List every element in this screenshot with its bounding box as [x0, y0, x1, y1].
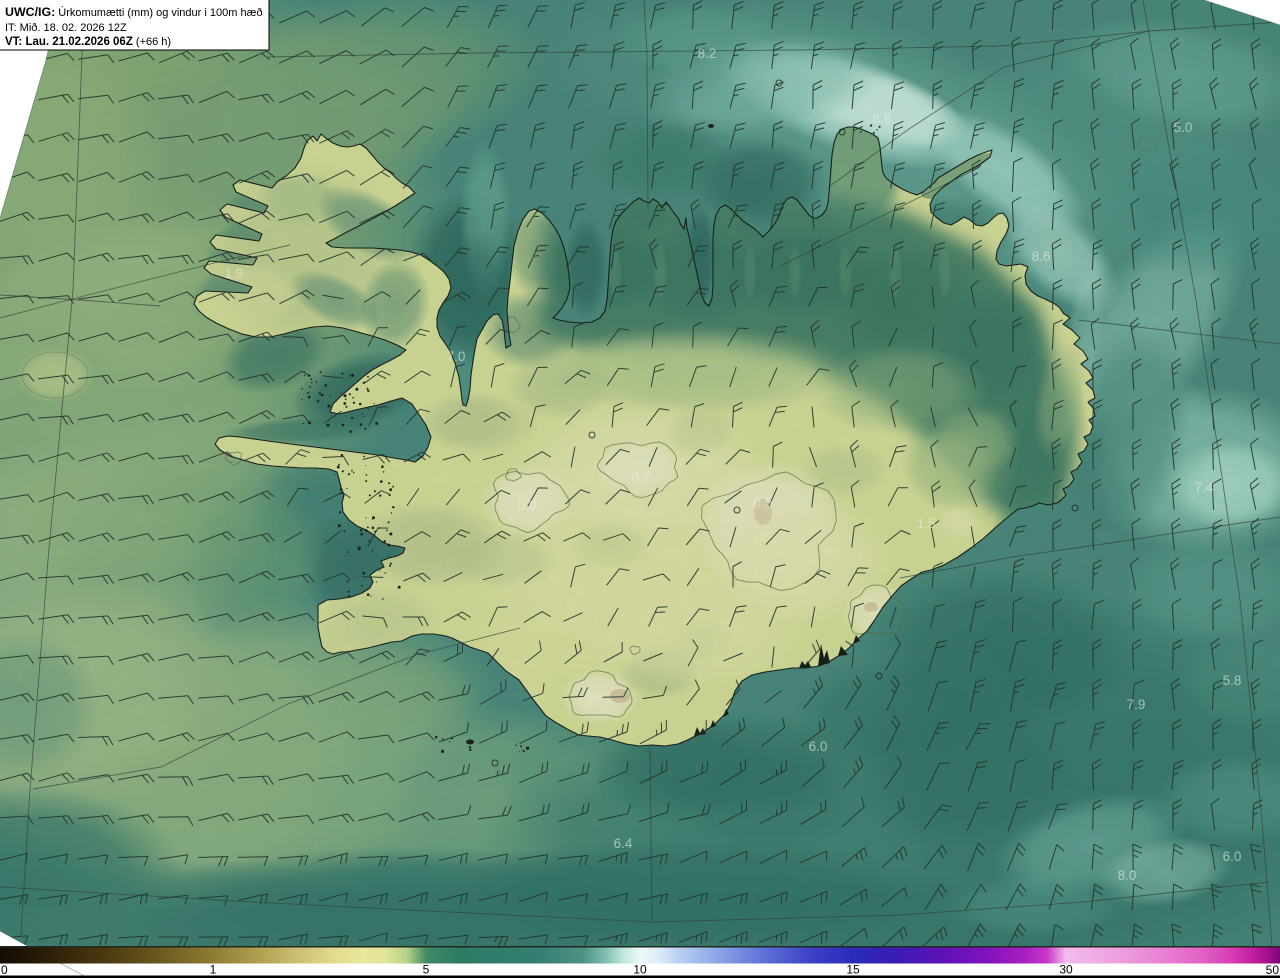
svg-text:5.0: 5.0 [1174, 120, 1193, 135]
svg-text:0.9: 0.9 [518, 498, 537, 513]
svg-text:15: 15 [846, 963, 860, 977]
svg-text:IT: Mið. 18. 02. 2026 12Z: IT: Mið. 18. 02. 2026 12Z [5, 22, 127, 34]
svg-text:8.2: 8.2 [698, 46, 717, 61]
svg-text:5.8: 5.8 [1223, 673, 1242, 688]
svg-text:7.4: 7.4 [1195, 480, 1214, 495]
svg-text:8.6: 8.6 [873, 111, 892, 126]
svg-text:8.0: 8.0 [1118, 868, 1137, 883]
svg-text:6.0: 6.0 [1223, 849, 1242, 864]
svg-text:1.9: 1.9 [225, 266, 244, 281]
svg-text:6.4: 6.4 [614, 836, 633, 851]
svg-text:0: 0 [1, 963, 8, 977]
svg-text:30: 30 [1059, 963, 1073, 977]
svg-text:VT: Lau. 21.02.2026 06Z (+66 h: VT: Lau. 21.02.2026 06Z (+66 h) [5, 36, 171, 48]
svg-text:10: 10 [633, 963, 647, 977]
svg-text:6.0: 6.0 [809, 739, 828, 754]
svg-text:8.6: 8.6 [1032, 249, 1051, 264]
svg-text:7.0: 7.0 [447, 349, 466, 364]
svg-text:50: 50 [1266, 963, 1280, 977]
svg-text:UWC/IG: Úrkomumætti (mm) og vi: UWC/IG: Úrkomumætti (mm) og vindur i 100… [5, 5, 262, 19]
svg-text:7.9: 7.9 [1127, 697, 1146, 712]
svg-text:1: 1 [210, 963, 217, 977]
svg-text:0.5: 0.5 [754, 495, 773, 510]
svg-text:1.5: 1.5 [917, 516, 936, 531]
svg-text:0.7: 0.7 [632, 471, 651, 486]
svg-text:5: 5 [423, 963, 430, 977]
